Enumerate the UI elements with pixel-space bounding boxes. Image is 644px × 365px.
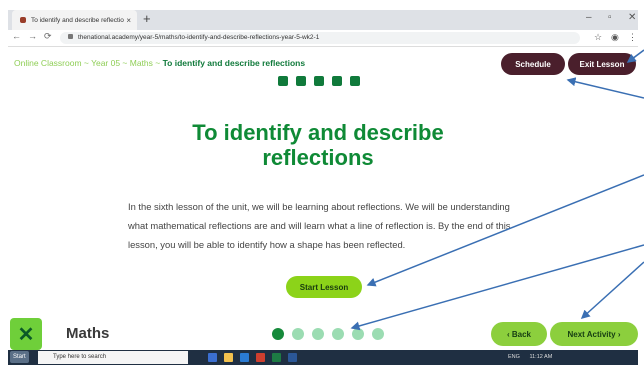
share-icons <box>278 76 360 86</box>
schedule-button[interactable]: Schedule <box>501 53 565 75</box>
progress-dot[interactable] <box>372 328 384 340</box>
lesson-footer: ✕ Maths ‹ Back Next Activity › <box>8 316 638 350</box>
subject-label: Maths <box>66 325 110 342</box>
facebook-icon[interactable] <box>278 76 288 86</box>
exit-lesson-button[interactable]: Exit Lesson <box>568 53 636 75</box>
clock[interactable]: 11:12 AM <box>529 354 552 360</box>
close-tab-icon[interactable]: × <box>126 16 131 25</box>
twitter-icon[interactable] <box>314 76 324 86</box>
breadcrumb-path[interactable]: Online Classroom ~ Year 05 ~ Maths ~ <box>14 58 163 68</box>
reload-icon[interactable]: ⟳ <box>44 31 52 42</box>
chrome-icon[interactable] <box>256 353 265 362</box>
store-icon[interactable] <box>240 353 249 362</box>
menu-icon[interactable]: ⋮ <box>628 32 637 43</box>
back-label: Back <box>511 329 531 339</box>
oak-logo-icon: ✕ <box>10 318 42 350</box>
chevron-right-icon: › <box>615 329 621 339</box>
whatsapp-icon[interactable] <box>296 76 306 86</box>
address-bar-row: ← → ⟳ thenational.academy/year-5/maths/t… <box>8 30 638 47</box>
progress-dot[interactable] <box>332 328 344 340</box>
explorer-icon[interactable] <box>224 353 233 362</box>
system-tray: ENG 11:12 AM <box>508 350 628 365</box>
edge-icon[interactable] <box>208 353 217 362</box>
breadcrumb-current: To identify and describe reflections <box>162 58 306 68</box>
close-window-icon[interactable]: ✕ <box>628 12 636 23</box>
pinterest-icon[interactable] <box>332 76 342 86</box>
tab-title: To identify and describe reflectio <box>31 16 124 24</box>
word-icon[interactable] <box>288 353 297 362</box>
email-icon[interactable] <box>350 76 360 86</box>
language-indicator[interactable]: ENG <box>508 354 520 360</box>
taskbar-search[interactable]: Type here to search <box>38 351 188 364</box>
progress-dot[interactable] <box>352 328 364 340</box>
browser-tab-strip: To identify and describe reflectio × + –… <box>8 10 638 30</box>
restore-icon[interactable]: ▫ <box>608 12 612 23</box>
progress-dot[interactable] <box>312 328 324 340</box>
lesson-description: In the sixth lesson of the unit, we will… <box>128 201 511 250</box>
lock-icon <box>68 34 73 39</box>
minimize-icon[interactable]: – <box>586 12 592 23</box>
url-text: thenational.academy/year-5/maths/to-iden… <box>78 34 320 41</box>
windows-taskbar: Start Type here to search ENG 11:12 AM <box>8 350 638 365</box>
back-button[interactable]: ‹ Back <box>491 322 547 346</box>
next-activity-button[interactable]: Next Activity › <box>550 322 638 346</box>
start-button[interactable]: Start <box>10 351 29 363</box>
page-title: To identify and describe reflections <box>192 120 444 170</box>
excel-icon[interactable] <box>272 353 281 362</box>
profile-icon[interactable]: ◉ <box>611 32 619 43</box>
forward-nav-icon[interactable]: → <box>28 31 37 41</box>
progress-dot[interactable] <box>292 328 304 340</box>
next-label: Next Activity <box>567 329 616 339</box>
breadcrumb: Online Classroom ~ Year 05 ~ Maths ~ To … <box>14 58 305 68</box>
start-lesson-button[interactable]: Start Lesson <box>286 276 362 298</box>
favicon-icon <box>20 17 26 23</box>
url-field[interactable]: thenational.academy/year-5/maths/to-iden… <box>60 32 580 44</box>
back-nav-icon[interactable]: ← <box>12 31 21 41</box>
lesson-page: Online Classroom ~ Year 05 ~ Maths ~ To … <box>8 47 638 350</box>
browser-tab[interactable]: To identify and describe reflectio × <box>12 10 137 30</box>
new-tab-button[interactable]: + <box>143 11 151 26</box>
progress-dots <box>272 328 384 340</box>
bookmark-star-icon[interactable]: ☆ <box>594 32 602 43</box>
progress-dot[interactable] <box>272 328 284 340</box>
